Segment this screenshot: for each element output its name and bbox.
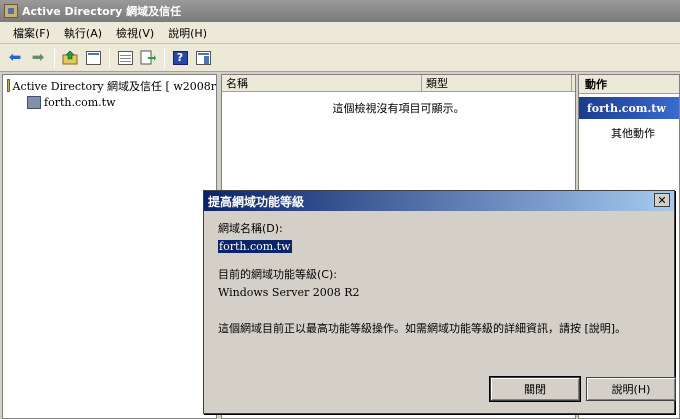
menu-action[interactable]: 執行(A) xyxy=(57,25,109,41)
help-button[interactable]: 說明(H) xyxy=(586,377,676,401)
properties-button[interactable] xyxy=(114,47,136,69)
menu-bar: 檔案(F) 執行(A) 檢視(V) 說明(H) xyxy=(0,22,680,44)
domain-name-label: 網域名稱(D): xyxy=(218,222,283,235)
close-button[interactable]: 關閉 xyxy=(489,376,581,402)
up-one-level-button[interactable] xyxy=(59,47,81,69)
tree-domain-label: forth.com.tw xyxy=(44,96,116,109)
dialog-close-icon[interactable]: ✕ xyxy=(654,193,670,207)
help-icon: ? xyxy=(172,50,188,65)
actions-pane-title: 動作 xyxy=(579,75,679,94)
domain-name-value: forth.com.tw xyxy=(218,239,292,253)
show-hide-tree-icon xyxy=(85,50,101,65)
forward-arrow-icon: ➡ xyxy=(31,48,45,66)
current-level-label: 目前的網域功能等級(C): xyxy=(218,268,337,281)
export-list-button[interactable] xyxy=(137,47,159,69)
actions-selected-item[interactable]: forth.com.tw xyxy=(579,97,679,119)
tree-root-item[interactable]: Active Directory 網域及信任 [ w2008r xyxy=(3,77,216,94)
properties-icon xyxy=(117,50,133,65)
active-directory-app-icon xyxy=(4,4,18,18)
column-header-name[interactable]: 名稱 xyxy=(222,75,422,91)
toolbar-separator xyxy=(164,47,165,68)
active-directory-root-icon xyxy=(7,79,10,92)
window-title: Active Directory 網域及信任 xyxy=(22,5,182,18)
column-header-type[interactable]: 類型 xyxy=(422,75,572,91)
tree-domain-item[interactable]: forth.com.tw xyxy=(3,94,216,111)
dialog-titlebar: 提高網域功能等級 ✕ xyxy=(204,191,674,211)
show-hide-action-pane-button[interactable] xyxy=(192,47,214,69)
menu-file[interactable]: 檔案(F) xyxy=(6,25,57,41)
tree-root-label: Active Directory 網域及信任 [ w2008r xyxy=(12,79,217,93)
up-folder-icon xyxy=(62,50,78,65)
show-hide-console-tree-button[interactable] xyxy=(82,47,104,69)
export-list-icon xyxy=(140,50,156,65)
raise-domain-functional-level-dialog: 提高網域功能等級 ✕ 網域名稱(D): forth.com.tw 目前的網域功能… xyxy=(203,190,676,414)
domain-icon xyxy=(27,96,41,109)
dialog-body: 網域名稱(D): forth.com.tw 目前的網域功能等級(C): Wind… xyxy=(218,219,660,337)
toolbar: ⬅ ➡ ? xyxy=(0,44,680,72)
toolbar-separator xyxy=(109,47,110,68)
window-titlebar: Active Directory 網域及信任 xyxy=(0,0,680,22)
current-level-value: Windows Server 2008 R2 xyxy=(218,285,360,299)
menu-view[interactable]: 檢視(V) xyxy=(109,25,161,41)
list-column-headers: 名稱 類型 xyxy=(222,75,575,92)
info-text: 這個網域目前正以最高功能等級操作。如需網域功能等級的詳細資訊，請按 [說明]。 xyxy=(218,322,627,335)
more-actions-link[interactable]: 其他動作 xyxy=(579,125,679,141)
console-tree-pane[interactable]: Active Directory 網域及信任 [ w2008r forth.co… xyxy=(2,74,217,419)
toolbar-separator xyxy=(54,47,55,68)
back-button[interactable]: ⬅ xyxy=(4,47,26,69)
help-button[interactable]: ? xyxy=(169,47,191,69)
domain-name-field[interactable]: forth.com.tw xyxy=(218,237,660,255)
empty-list-message: 這個檢視沒有項目可顯示。 xyxy=(332,102,465,115)
dialog-title: 提高網域功能等級 xyxy=(208,194,305,209)
show-hide-action-pane-icon xyxy=(195,50,211,65)
back-arrow-icon: ⬅ xyxy=(8,48,22,66)
menu-help[interactable]: 說明(H) xyxy=(161,25,214,41)
forward-button[interactable]: ➡ xyxy=(27,47,49,69)
